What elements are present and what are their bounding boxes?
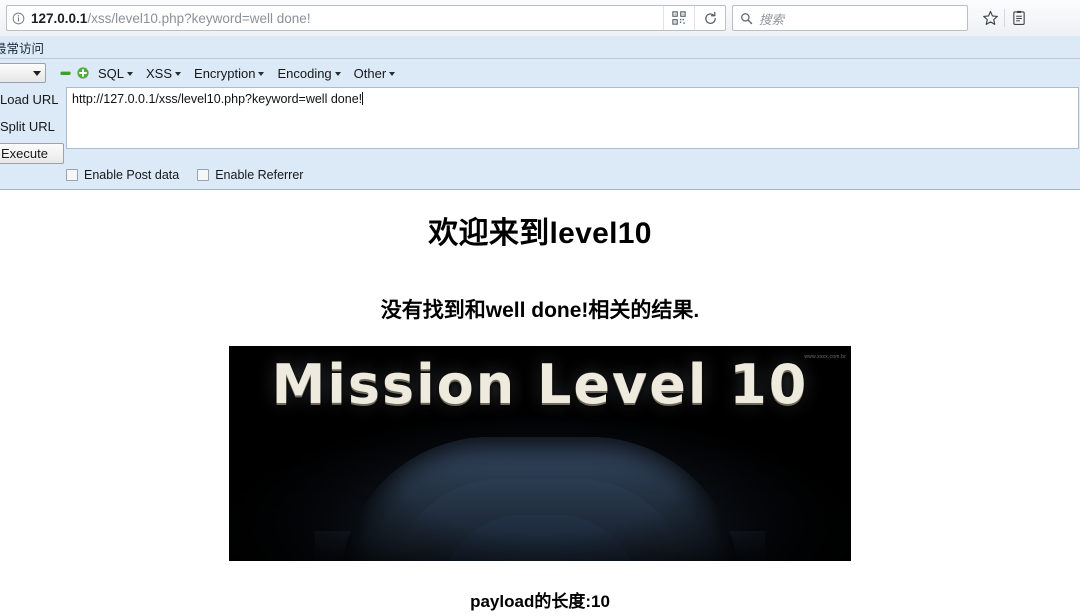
hackbar-menu-sql-label: SQL	[98, 65, 125, 81]
load-url-button[interactable]: Load URL	[0, 89, 66, 110]
search-input[interactable]: 搜索	[759, 9, 784, 28]
enable-referrer-checkbox[interactable]: Enable Referrer	[197, 168, 303, 182]
bookmark-most-visited[interactable]: 最常访问	[0, 38, 44, 57]
hackbar-menu-other-label: Other	[353, 65, 387, 81]
checkbox-box[interactable]	[66, 169, 78, 181]
hackbar-menu-other[interactable]: Other	[354, 66, 396, 81]
enable-post-data-checkbox[interactable]: Enable Post data	[66, 168, 179, 182]
banner-credit: www.xxxx.com.br	[804, 354, 846, 360]
site-info-icon[interactable]	[7, 7, 29, 29]
address-bar[interactable]: 127.0.0.1/xss/level10.php?keyword=well d…	[6, 5, 726, 31]
enable-post-data-label: Enable Post data	[84, 168, 180, 182]
banner-title-number: 10	[729, 353, 809, 416]
hackbar-menu-encoding-label: Encoding	[277, 65, 332, 81]
search-icon	[733, 6, 759, 30]
split-url-label: Split URL	[0, 119, 55, 134]
chevron-down-icon	[33, 70, 41, 76]
hackbar-menu-sql[interactable]: SQL	[98, 65, 134, 81]
page-title: 欢迎来到level10	[428, 217, 652, 250]
hackbar-menu-encoding[interactable]: Encoding	[277, 65, 341, 81]
chevron-down-icon	[389, 72, 396, 76]
load-url-label: Load URL	[0, 92, 59, 107]
payload-length-text: payload的长度:10	[470, 592, 610, 611]
navigation-toolbar: 127.0.0.1/xss/level10.php?keyword=well d…	[0, 0, 1080, 36]
hackbar-panel: SQL XSS Encryption Encoding Other Load U…	[0, 59, 1080, 190]
text-cursor	[362, 92, 364, 105]
split-url-button[interactable]: Split URL	[0, 116, 66, 137]
address-bar-path: /xss/level10.php?keyword=well done!	[87, 10, 311, 26]
minus-icon[interactable]	[56, 63, 74, 83]
page-content: 欢迎来到level10 没有找到和well done!相关的结果. Missio…	[0, 190, 1080, 612]
qr-code-icon[interactable]	[663, 6, 694, 30]
hackbar-url-textarea[interactable]: http://127.0.0.1/xss/level10.php?keyword…	[66, 87, 1079, 149]
hackbar-url-value: http://127.0.0.1/xss/level10.php?keyword…	[72, 92, 363, 106]
enable-referrer-label: Enable Referrer	[215, 168, 304, 182]
chevron-down-icon	[127, 72, 134, 76]
chevron-down-icon	[175, 72, 182, 76]
mission-level-banner-image: Mission Level 10 www.xxxx.com.br	[229, 346, 851, 561]
search-bar[interactable]: 搜索	[732, 5, 968, 31]
hackbar-preset-select[interactable]	[0, 63, 46, 83]
reload-icon[interactable]	[694, 6, 725, 30]
execute-label: Execute	[1, 146, 48, 161]
bookmarks-toolbar[interactable]: 最常访问	[0, 36, 1080, 58]
banner-title-main: Mission Level	[271, 353, 709, 416]
hackbar-body: Load URL Split URL Execute http://127.0.…	[0, 87, 1080, 164]
hackbar-menu-encryption[interactable]: Encryption	[194, 65, 265, 81]
hackbar-options-row: Enable Post data Enable Referrer	[0, 164, 1080, 186]
checkbox-box[interactable]	[197, 169, 210, 181]
hackbar-action-buttons: Load URL Split URL Execute	[0, 87, 66, 164]
bookmark-star-icon[interactable]	[976, 4, 1004, 32]
level-banner-wrap: Mission Level 10 www.xxxx.com.br	[0, 346, 1080, 561]
library-icon[interactable]	[1005, 4, 1033, 32]
hackbar-menus: SQL XSS Encryption Encoding Other	[98, 65, 396, 81]
browser-chrome: 127.0.0.1/xss/level10.php?keyword=well d…	[0, 0, 1080, 59]
banner-title: Mission Level 10	[229, 358, 851, 412]
hackbar-menu-xss-label: XSS	[146, 65, 173, 81]
search-result-message: 没有找到和well done!相关的结果.	[380, 299, 700, 322]
hackbar-menu-xss[interactable]: XSS	[146, 65, 182, 81]
hackbar-menu-row: SQL XSS Encryption Encoding Other	[0, 59, 1080, 87]
address-bar-host: 127.0.0.1	[31, 10, 88, 26]
plus-icon[interactable]	[74, 63, 92, 83]
address-bar-text[interactable]: 127.0.0.1/xss/level10.php?keyword=well d…	[29, 11, 663, 26]
execute-button[interactable]: Execute	[0, 143, 64, 164]
hackbar-menu-encryption-label: Encryption	[194, 65, 256, 81]
chevron-down-icon	[334, 72, 341, 76]
chevron-down-icon	[258, 72, 265, 76]
